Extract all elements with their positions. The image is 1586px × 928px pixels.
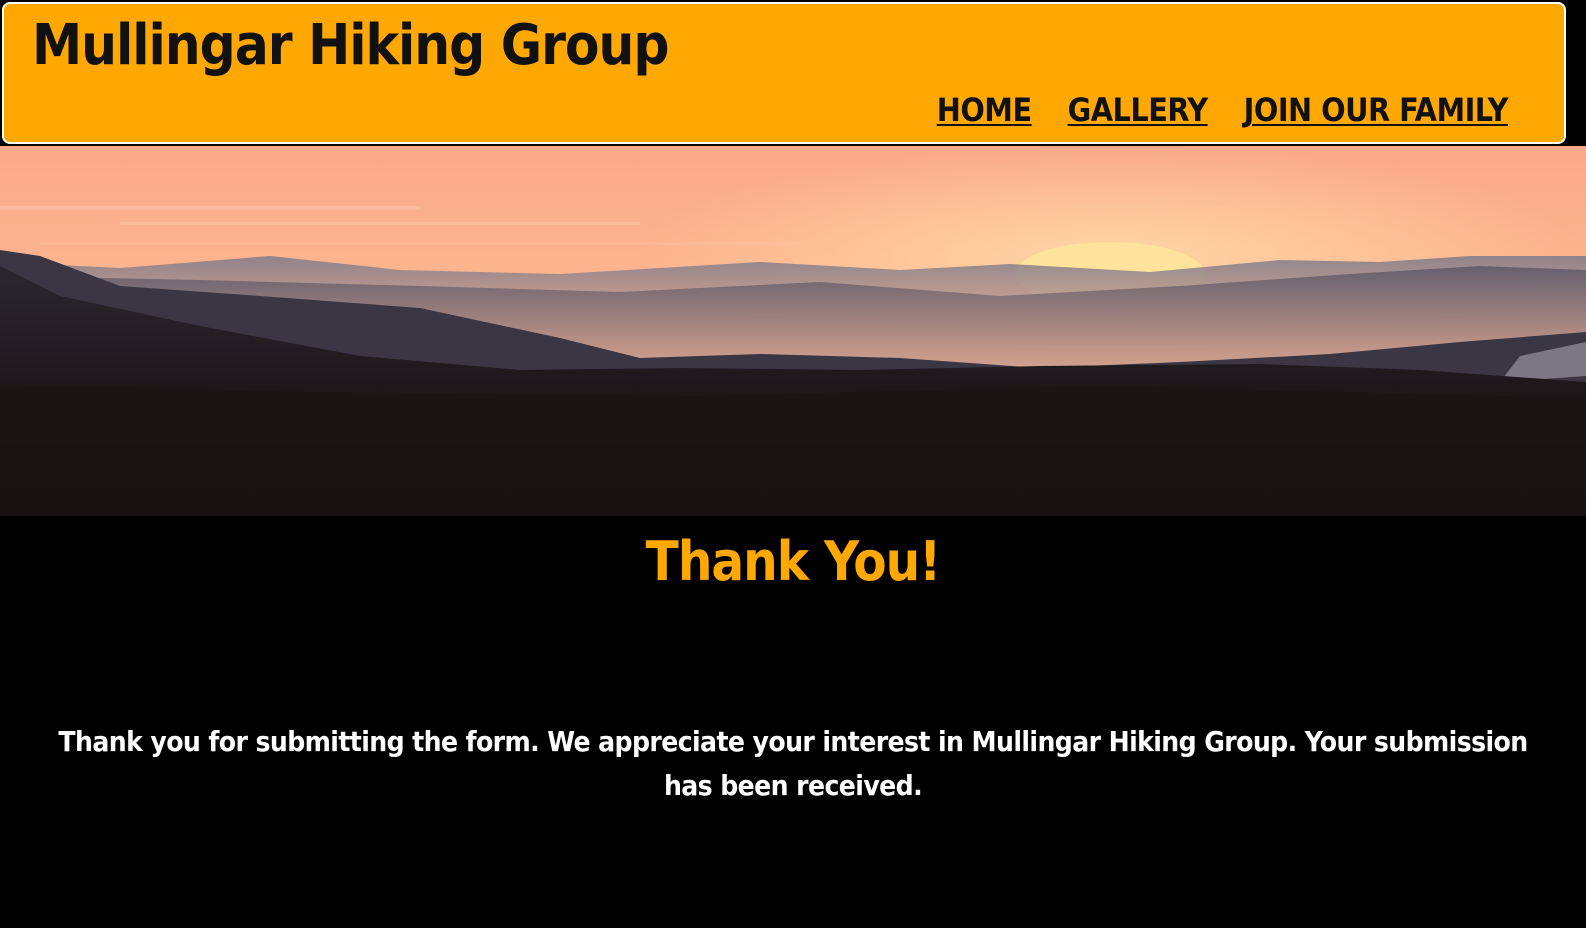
nav-gallery-link[interactable]: GALLERY: [1068, 90, 1209, 130]
site-title: Mullingar Hiking Group: [32, 13, 669, 78]
site-header: Mullingar Hiking Group HOME GALLERY JOIN…: [2, 2, 1566, 144]
main-nav: HOME GALLERY JOIN OUR FAMILY: [937, 90, 1509, 130]
thank-you-heading: Thank You!: [645, 530, 942, 593]
hero-image: [0, 146, 1586, 516]
thank-you-message: Thank you for submitting the form. We ap…: [58, 725, 1528, 802]
mountain-sunset-image: [0, 146, 1586, 516]
nav-join-link[interactable]: JOIN OUR FAMILY: [1244, 90, 1509, 130]
thank-you-section: Thank You! Thank you for submitting the …: [0, 516, 1586, 928]
nav-home-link[interactable]: HOME: [937, 90, 1032, 130]
